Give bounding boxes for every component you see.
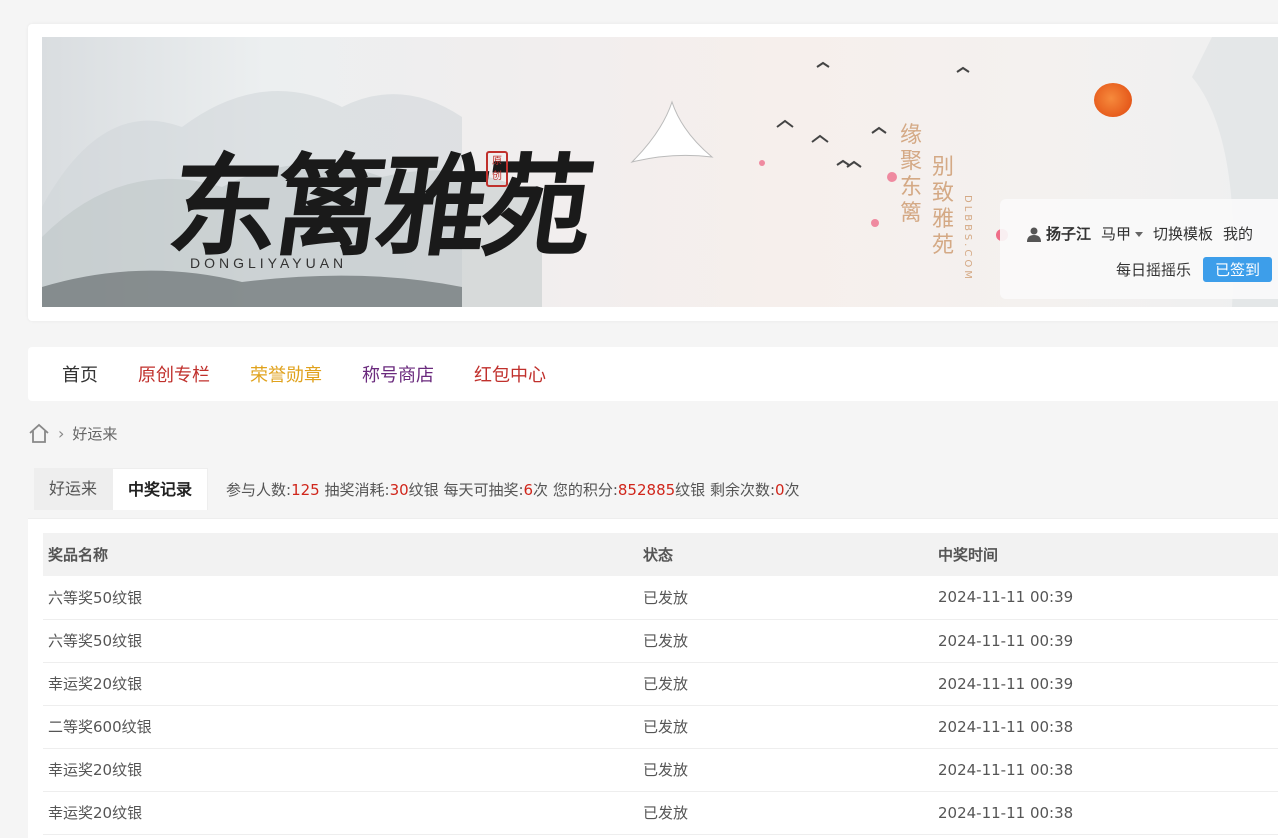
- home-icon[interactable]: [28, 422, 50, 444]
- user-panel: 扬子江 马甲 切换模板 我的 每日摇摇乐 已签到: [1000, 199, 1278, 299]
- caret-down-icon: [1135, 232, 1144, 237]
- stat-unit: 纹银: [408, 480, 439, 499]
- breadcrumb-current[interactable]: 好运来: [72, 423, 117, 444]
- daily-game-link[interactable]: 每日摇摇乐: [1116, 259, 1191, 280]
- lottery-stats: 参与人数:125 抽奖消耗:30纹银 每天可抽奖:6次 您的积分:852885纹…: [226, 479, 800, 500]
- cell-status: 已发放: [638, 619, 933, 663]
- alt-account-label: 马甲: [1101, 225, 1132, 243]
- cell-time: 2024-11-11 00:38: [933, 791, 1278, 835]
- cell-prize: 六等奖50纹银: [43, 576, 638, 620]
- chevron-right-icon: ›: [58, 423, 65, 443]
- switch-template-link[interactable]: 切换模板: [1153, 223, 1213, 244]
- stat-cost: 30: [389, 480, 409, 499]
- stat-label: 参与人数:: [226, 480, 292, 499]
- user-icon: [1027, 227, 1041, 242]
- site-logo[interactable]: 东篱雅苑: [161, 117, 599, 277]
- table-row: 幸运奖20纹银 已发放 2024-11-11 00:39: [43, 662, 1278, 706]
- site-logo-subtitle: DONGLIYAYUAN: [190, 255, 348, 271]
- column-header-prize: 奖品名称: [43, 533, 638, 576]
- cell-prize: 幸运奖20纹银: [43, 748, 638, 792]
- win-records-table: 奖品名称 状态 中奖时间 六等奖50纹银 已发放 2024-11-11 00:39 …: [43, 533, 1278, 835]
- nav-item-title-shop[interactable]: 称号商店: [362, 361, 434, 387]
- cell-status: 已发放: [638, 662, 933, 706]
- my-menu-link[interactable]: 我的: [1223, 223, 1253, 244]
- table-row: 六等奖50纹银 已发放 2024-11-11 00:39: [43, 576, 1278, 620]
- username: 扬子江: [1046, 225, 1092, 243]
- stat-participants: 125: [291, 480, 320, 499]
- stat-daily: 6: [523, 480, 534, 499]
- table-row: 二等奖600纹银 已发放 2024-11-11 00:38: [43, 705, 1278, 749]
- stat-label: 抽奖消耗:: [319, 480, 390, 499]
- cell-status: 已发放: [638, 576, 933, 620]
- cell-prize: 幸运奖20纹银: [43, 791, 638, 835]
- banner-poem-1: 缘聚东篱: [900, 123, 923, 226]
- cell-prize: 幸运奖20纹银: [43, 662, 638, 706]
- column-header-status: 状态: [638, 533, 933, 576]
- tab-bar: 好运来 中奖记录 参与人数:125 抽奖消耗:30纹银 每天可抽奖:6次 您的积…: [34, 468, 800, 510]
- cell-time: 2024-11-11 00:39: [933, 662, 1278, 706]
- nav-item-home[interactable]: 首页: [62, 361, 98, 387]
- nav-item-redpacket[interactable]: 红包中心: [474, 361, 546, 387]
- main-nav: 首页 原创专栏 荣誉勋章 称号商店 红包中心: [28, 347, 1278, 401]
- nav-item-medals[interactable]: 荣誉勋章: [250, 361, 322, 387]
- nav-item-original[interactable]: 原创专栏: [138, 361, 210, 387]
- table-row: 幸运奖20纹银 已发放 2024-11-11 00:38: [43, 748, 1278, 792]
- stat-label: 您的积分:: [548, 480, 618, 499]
- banner-domain: DLBBS.COM: [962, 195, 973, 282]
- table-row: 六等奖50纹银 已发放 2024-11-11 00:39: [43, 619, 1278, 663]
- stat-unit: 次: [533, 480, 549, 499]
- tab-win-records[interactable]: 中奖记录: [112, 468, 209, 510]
- signed-in-button[interactable]: 已签到: [1203, 257, 1273, 282]
- stat-label: 每天可抽奖:: [438, 480, 524, 499]
- stat-remaining: 0: [775, 480, 785, 499]
- seal-stamp: 原创: [486, 151, 508, 187]
- column-header-time: 中奖时间: [933, 533, 1278, 576]
- username-link[interactable]: 扬子江: [1026, 223, 1091, 244]
- cell-time: 2024-11-11 00:38: [933, 705, 1278, 749]
- header-card: 东篱雅苑 DONGLIYAYUAN 原创 缘聚东篱 别致雅苑 DLBBS.COM…: [28, 24, 1278, 321]
- stat-unit: 次: [784, 480, 800, 499]
- cell-status: 已发放: [638, 748, 933, 792]
- stat-unit: 纹银: [675, 480, 706, 499]
- records-panel: 奖品名称 状态 中奖时间 六等奖50纹银 已发放 2024-11-11 00:39 …: [28, 518, 1278, 838]
- table-header-row: 奖品名称 状态 中奖时间: [43, 533, 1278, 576]
- stat-label: 剩余次数:: [705, 480, 775, 499]
- banner-poem-2: 别致雅苑: [932, 155, 955, 258]
- table-row: 幸运奖20纹银 已发放 2024-11-11 00:38: [43, 791, 1278, 835]
- stat-points: 852885: [617, 480, 676, 499]
- cell-prize: 六等奖50纹银: [43, 619, 638, 663]
- cell-status: 已发放: [638, 791, 933, 835]
- cell-time: 2024-11-11 00:39: [933, 619, 1278, 663]
- tab-lucky[interactable]: 好运来: [34, 468, 113, 510]
- cell-prize: 二等奖600纹银: [43, 705, 638, 749]
- cell-time: 2024-11-11 00:38: [933, 748, 1278, 792]
- breadcrumb: › 好运来: [28, 422, 117, 444]
- alt-account-menu[interactable]: 马甲: [1101, 223, 1144, 244]
- banner-sun: [1094, 83, 1132, 117]
- cell-status: 已发放: [638, 705, 933, 749]
- cell-time: 2024-11-11 00:39: [933, 576, 1278, 620]
